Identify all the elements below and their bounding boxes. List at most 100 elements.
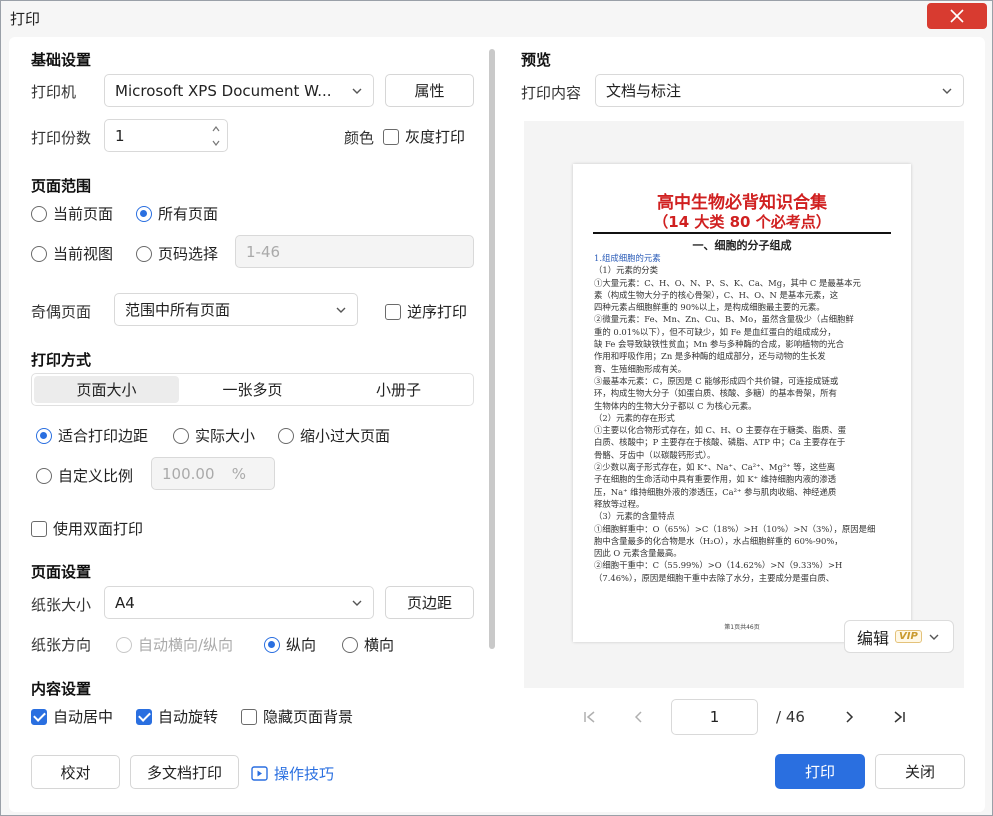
shrink-large-label: 缩小过大页面: [300, 427, 391, 445]
reverse-order-checkbox[interactable]: [385, 303, 401, 320]
all-pages-option[interactable]: 所有页面: [136, 203, 218, 224]
print-dialog: 打印 基础设置 打印机 Microsoft XPS Document W... …: [0, 0, 993, 816]
prev-page-button[interactable]: [627, 705, 651, 729]
doc-title: 高中生物必背知识合集: [657, 193, 827, 213]
current-page-option[interactable]: 当前页面: [31, 203, 113, 224]
chevron-left-icon: [634, 711, 642, 723]
custom-scale-option[interactable]: 自定义比例: [36, 465, 133, 486]
chevron-down-icon: [352, 600, 362, 606]
edit-button[interactable]: 编辑 VIP: [844, 620, 954, 653]
auto-orientation-radio[interactable]: [116, 636, 132, 653]
all-pages-radio[interactable]: [136, 205, 152, 222]
page-number-input[interactable]: 1: [671, 699, 758, 735]
grayscale-checkbox[interactable]: [383, 128, 399, 145]
landscape-radio[interactable]: [342, 636, 358, 653]
stepper-down-icon[interactable]: [211, 138, 221, 148]
doc-line: ①主要以化合物形式存在，如 C、H、O 主要存在于糖类、脂质、蛋: [594, 425, 847, 436]
auto-rotate-option[interactable]: 自动旋转: [136, 706, 218, 727]
tips-link[interactable]: 操作技巧: [251, 763, 334, 784]
current-view-radio[interactable]: [31, 245, 47, 262]
basic-settings-title: 基础设置: [31, 51, 92, 69]
custom-scale-radio[interactable]: [36, 467, 52, 484]
custom-scale-label: 自定义比例: [58, 467, 134, 485]
close-button[interactable]: [927, 3, 987, 29]
doc-line: ③最基本元素：C，原因是 C 能够形成四个共价键，可连接成链或: [594, 375, 839, 386]
panel-scrollbar[interactable]: [489, 49, 495, 649]
last-page-icon: [894, 711, 905, 723]
auto-center-option[interactable]: 自动居中: [31, 706, 113, 727]
doc-line: 生物体内的生物大分子都以 C 为核心元素。: [594, 400, 757, 411]
tips-link-label: 操作技巧: [274, 765, 335, 783]
current-view-option[interactable]: 当前视图: [31, 243, 113, 264]
print-mode-title: 打印方式: [31, 351, 92, 369]
doc-line: 因此 O 元素含量最高。: [594, 548, 682, 559]
margins-button[interactable]: 页边距: [385, 586, 474, 619]
odd-even-value: 范围中所有页面: [125, 301, 231, 319]
page-range-title: 页面范围: [31, 177, 92, 195]
next-page-button[interactable]: [837, 705, 861, 729]
tab-multiple-pages[interactable]: 一张多页: [180, 376, 325, 403]
current-page-radio[interactable]: [31, 205, 47, 222]
stepper-up-icon[interactable]: [211, 124, 221, 134]
doc-line: 素（构成生物大分子的核心骨架），C、H、O、N 是基本元素，这: [594, 289, 839, 300]
doc-line: （2）元素的存在形式: [594, 412, 675, 423]
copies-value: 1: [115, 126, 125, 145]
duplex-checkbox[interactable]: [31, 520, 47, 537]
paper-size-value: A4: [115, 593, 135, 612]
proof-button[interactable]: 校对: [31, 755, 120, 789]
doc-line: （7.46%），原因是细胞干重中去除了水分，主要成分是蛋白质、: [594, 572, 835, 583]
title-bar: 打印: [1, 1, 992, 35]
hide-background-option[interactable]: 隐藏页面背景: [241, 706, 353, 727]
page-select-radio[interactable]: [136, 245, 152, 262]
doc-line: 子在细胞的生命活动中具有重要作用，如 K⁺ 维持细胞内液的渗透: [594, 474, 837, 485]
vip-badge: VIP: [895, 630, 922, 643]
current-view-label: 当前视图: [53, 245, 114, 263]
copies-label: 打印份数: [31, 129, 92, 147]
landscape-option[interactable]: 横向: [342, 634, 394, 655]
tab-booklet[interactable]: 小册子: [326, 376, 471, 403]
first-page-icon: [584, 711, 595, 723]
odd-even-select[interactable]: 范围中所有页面: [114, 293, 358, 326]
total-pages: / 46: [776, 708, 805, 726]
auto-center-checkbox[interactable]: [31, 708, 47, 725]
multi-document-print-button[interactable]: 多文档打印: [130, 755, 239, 789]
duplex-option[interactable]: 使用双面打印: [31, 518, 143, 539]
print-content-select[interactable]: 文档与标注: [595, 74, 964, 107]
printer-select[interactable]: Microsoft XPS Document W...: [104, 74, 374, 107]
last-page-button[interactable]: [887, 705, 911, 729]
actual-size-option[interactable]: 实际大小: [173, 425, 255, 446]
print-content-label: 打印内容: [521, 84, 582, 102]
portrait-option[interactable]: 纵向: [264, 634, 316, 655]
scale-input[interactable]: 100.00 %: [151, 457, 275, 490]
chevron-down-icon: [352, 88, 362, 94]
fit-margins-option[interactable]: 适合打印边距: [36, 425, 148, 446]
reverse-order-option[interactable]: 逆序打印: [385, 301, 467, 322]
hide-background-checkbox[interactable]: [241, 708, 257, 725]
fit-margins-radio[interactable]: [36, 427, 52, 444]
close-dialog-button[interactable]: 关闭: [875, 754, 965, 789]
copies-stepper[interactable]: 1: [104, 119, 228, 152]
doc-line: ②微量元素：Fe、Mn、Zn、Cu、B、Mo，虽然含量极少（占细胞鲜: [594, 314, 854, 325]
shrink-large-radio[interactable]: [278, 427, 294, 444]
grayscale-option[interactable]: 灰度打印: [383, 126, 465, 147]
doc-line: 作用和呼吸作用；Zn 是多种酶的组成部分，还与动物的生长发: [594, 351, 826, 362]
page-range-input[interactable]: 1-46: [235, 235, 474, 268]
shrink-large-option[interactable]: 缩小过大页面: [278, 425, 390, 446]
tab-page-size[interactable]: 页面大小: [34, 376, 179, 403]
content-settings-title: 内容设置: [31, 680, 92, 698]
print-button[interactable]: 打印: [775, 754, 865, 789]
chevron-right-icon: [846, 711, 854, 723]
doc-line: 白质、核酸中；P 主要存在于核酸、磷脂、ATP 中；Ca 主要存在于: [594, 437, 846, 448]
doc-line: （3）元素的含量特点: [594, 511, 675, 522]
paper-size-select[interactable]: A4: [104, 586, 374, 619]
paper-size-label: 纸张大小: [31, 596, 92, 614]
actual-size-radio[interactable]: [173, 427, 189, 444]
portrait-radio[interactable]: [264, 636, 280, 653]
properties-button[interactable]: 属性: [385, 74, 474, 107]
print-content-value: 文档与标注: [606, 82, 682, 100]
auto-rotate-checkbox[interactable]: [136, 708, 152, 725]
page-select-option[interactable]: 页码选择: [136, 243, 218, 264]
auto-orientation-option[interactable]: 自动横向/纵向: [116, 634, 233, 655]
doc-line: （1）元素的分类: [594, 265, 658, 276]
first-page-button[interactable]: [578, 705, 602, 729]
